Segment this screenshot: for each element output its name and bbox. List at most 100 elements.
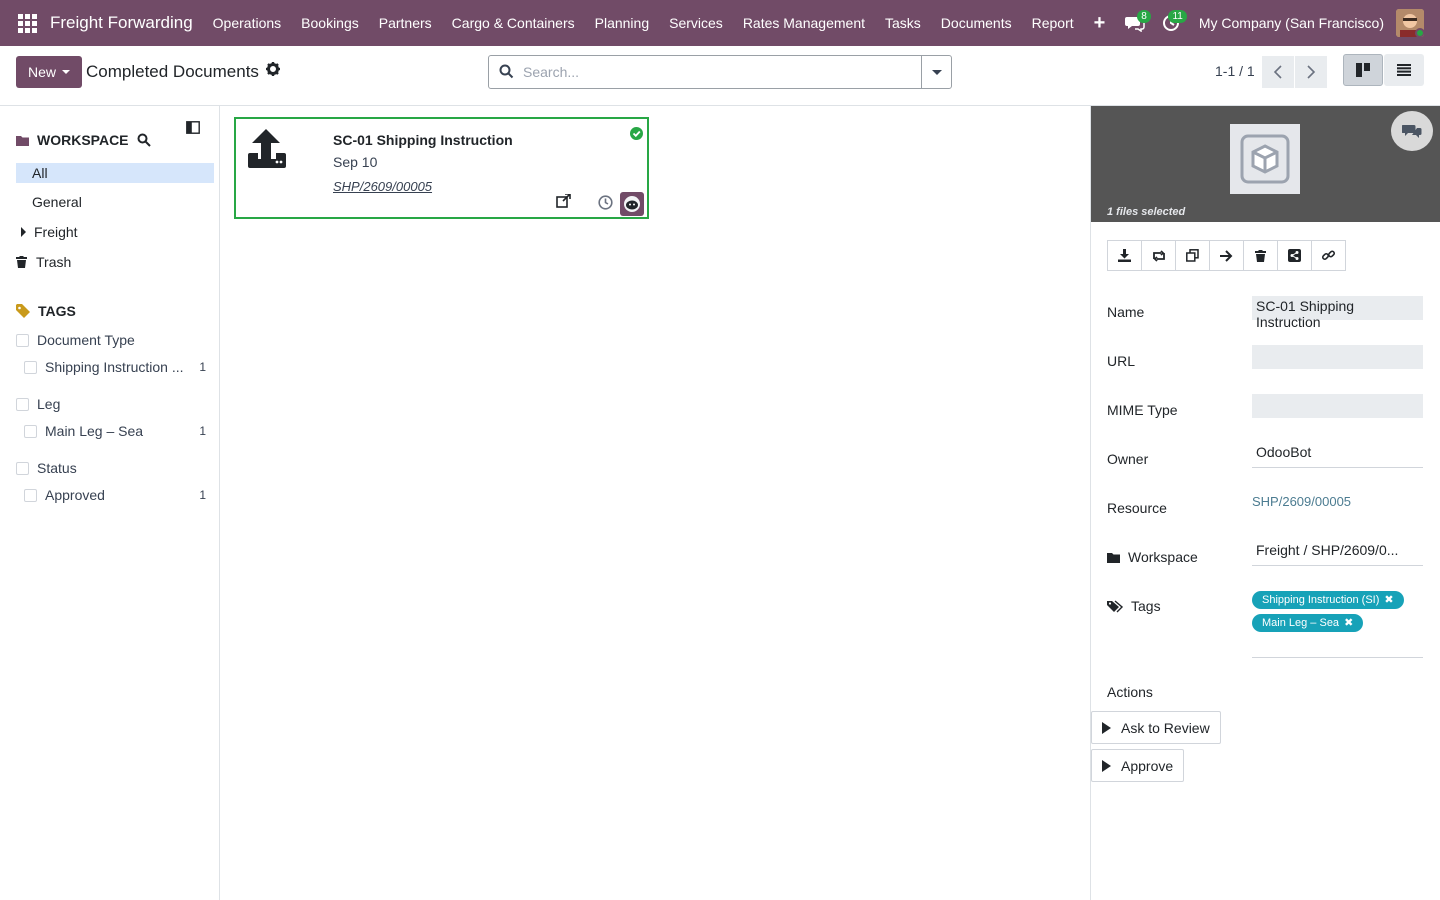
workspace-item-all[interactable]: All xyxy=(16,163,214,183)
messages-count-badge: 8 xyxy=(1137,10,1151,23)
tag-label: Approved xyxy=(45,487,105,503)
workspace-item-general[interactable]: General xyxy=(16,192,214,212)
chevron-left-icon xyxy=(1273,65,1282,79)
tags-icon xyxy=(1107,599,1123,612)
share-icon xyxy=(1288,249,1301,262)
download-icon xyxy=(1118,249,1131,262)
name-field[interactable]: SC-01 Shipping Instruction xyxy=(1252,296,1423,330)
online-status-dot xyxy=(1415,28,1424,37)
menu-planning[interactable]: Planning xyxy=(585,0,660,46)
search-options-toggle[interactable] xyxy=(921,56,951,88)
tag-main-leg-sea[interactable]: Main Leg – Sea 1 xyxy=(16,421,212,441)
url-field[interactable] xyxy=(1252,345,1423,369)
workspace-item-trash[interactable]: Trash xyxy=(16,252,214,272)
checkbox[interactable] xyxy=(16,397,29,411)
company-switcher[interactable]: My Company (San Francisco) xyxy=(1199,15,1384,31)
caret-down-icon xyxy=(931,69,942,75)
checkbox[interactable] xyxy=(16,333,29,347)
owner-field[interactable]: OdooBot xyxy=(1252,442,1423,468)
tags-label: Tags xyxy=(1107,598,1161,614)
user-avatar[interactable] xyxy=(1396,9,1424,37)
menu-partners[interactable]: Partners xyxy=(369,0,442,46)
actions-title: Actions xyxy=(1107,684,1153,700)
new-button[interactable]: New xyxy=(16,56,82,88)
add-menu-button[interactable]: + xyxy=(1084,0,1116,46)
workspace-label: Workspace xyxy=(1107,549,1198,565)
ask-to-review-button[interactable]: Ask to Review xyxy=(1091,711,1221,744)
owner-label: Owner xyxy=(1107,451,1148,467)
remove-tag-icon[interactable]: ✖ xyxy=(1384,593,1393,607)
tag-icon xyxy=(16,304,30,318)
menu-bookings[interactable]: Bookings xyxy=(291,0,369,46)
workspace-item-freight[interactable]: Freight xyxy=(16,222,214,242)
card-title: SC-01 Shipping Instruction xyxy=(333,132,513,148)
checkbox[interactable] xyxy=(24,488,37,502)
copy-icon xyxy=(1186,249,1199,262)
duplicate-button[interactable] xyxy=(1175,240,1210,271)
app-brand[interactable]: Freight Forwarding xyxy=(50,13,193,33)
tag-group-leg[interactable]: Leg xyxy=(16,394,212,414)
activity-clock-icon[interactable] xyxy=(598,195,613,213)
field-label: MIME Type xyxy=(1107,402,1178,418)
action-label: Ask to Review xyxy=(1121,719,1210,736)
messages-icon[interactable]: 8 xyxy=(1117,0,1153,46)
list-view-button[interactable] xyxy=(1384,54,1424,86)
document-card[interactable]: SC-01 Shipping Instruction Sep 10 SHP/26… xyxy=(234,117,649,219)
menu-cargo-containers[interactable]: Cargo & Containers xyxy=(442,0,585,46)
tag-group-status[interactable]: Status xyxy=(16,458,212,478)
file-box-icon xyxy=(1240,134,1290,184)
tag-shipping-instruction[interactable]: Shipping Instruction ... 1 xyxy=(16,357,212,377)
pager-previous-button[interactable] xyxy=(1262,56,1294,88)
mime-type-field[interactable] xyxy=(1252,394,1423,418)
approve-button[interactable]: Approve xyxy=(1091,749,1185,782)
preview-area: 1 files selected xyxy=(1091,106,1440,222)
menu-operations[interactable]: Operations xyxy=(203,0,291,46)
trash-icon xyxy=(16,256,27,268)
download-button[interactable] xyxy=(1107,240,1142,271)
workspace-label: All xyxy=(32,165,48,181)
tag-approved[interactable]: Approved 1 xyxy=(16,485,212,505)
search-icon xyxy=(137,133,151,147)
field-label: Name xyxy=(1107,304,1145,320)
menu-tasks[interactable]: Tasks xyxy=(875,0,931,46)
gear-icon[interactable] xyxy=(266,62,280,80)
sidebar-collapse-icon[interactable] xyxy=(186,121,200,137)
kanban-view-button[interactable] xyxy=(1343,54,1383,86)
remove-tag-icon[interactable]: ✖ xyxy=(1344,616,1353,630)
tag-count: 1 xyxy=(199,424,206,438)
menu-rates-management[interactable]: Rates Management xyxy=(733,0,875,46)
checkbox[interactable] xyxy=(16,461,29,475)
checkbox[interactable] xyxy=(24,424,37,438)
workspace-label: General xyxy=(32,194,82,210)
activities-clock-icon[interactable]: 11 xyxy=(1153,0,1189,46)
menu-documents[interactable]: Documents xyxy=(931,0,1022,46)
replace-button[interactable] xyxy=(1141,240,1176,271)
delete-button[interactable] xyxy=(1243,240,1278,271)
workspace-field[interactable]: Freight / SHP/2609/0... xyxy=(1252,540,1423,566)
apps-menu-icon[interactable] xyxy=(4,0,50,46)
page-title: Completed Documents xyxy=(86,62,259,81)
pager-next-button[interactable] xyxy=(1295,56,1327,88)
pager-value[interactable]: 1-1 / 1 xyxy=(1215,63,1255,79)
tag-group-document-type[interactable]: Document Type xyxy=(16,330,212,350)
owner-avatar[interactable] xyxy=(620,192,644,216)
field-label: Workspace xyxy=(1128,549,1198,565)
card-resource-link[interactable]: SHP/2609/00005 xyxy=(333,179,432,194)
menu-services[interactable]: Services xyxy=(659,0,733,46)
search-input[interactable] xyxy=(523,62,903,82)
mime-type-label: MIME Type xyxy=(1107,402,1178,418)
move-button[interactable] xyxy=(1209,240,1244,271)
copy-link-button[interactable] xyxy=(1311,240,1346,271)
url-label: URL xyxy=(1107,353,1135,369)
file-thumbnail[interactable] xyxy=(1230,124,1300,194)
control-panel: New Completed Documents 1-1 / 1 xyxy=(0,46,1440,106)
chatter-button[interactable] xyxy=(1391,111,1433,151)
tags-field[interactable]: Shipping Instruction (SI) ✖ Main Leg – S… xyxy=(1252,590,1423,658)
menu-report[interactable]: Report xyxy=(1022,0,1084,46)
share-button[interactable] xyxy=(1277,240,1312,271)
checkbox[interactable] xyxy=(24,360,37,374)
external-link-icon[interactable] xyxy=(556,193,571,211)
comments-icon xyxy=(1402,125,1422,138)
search-bar xyxy=(488,55,952,89)
resource-link[interactable]: SHP/2609/00005 xyxy=(1252,494,1423,509)
